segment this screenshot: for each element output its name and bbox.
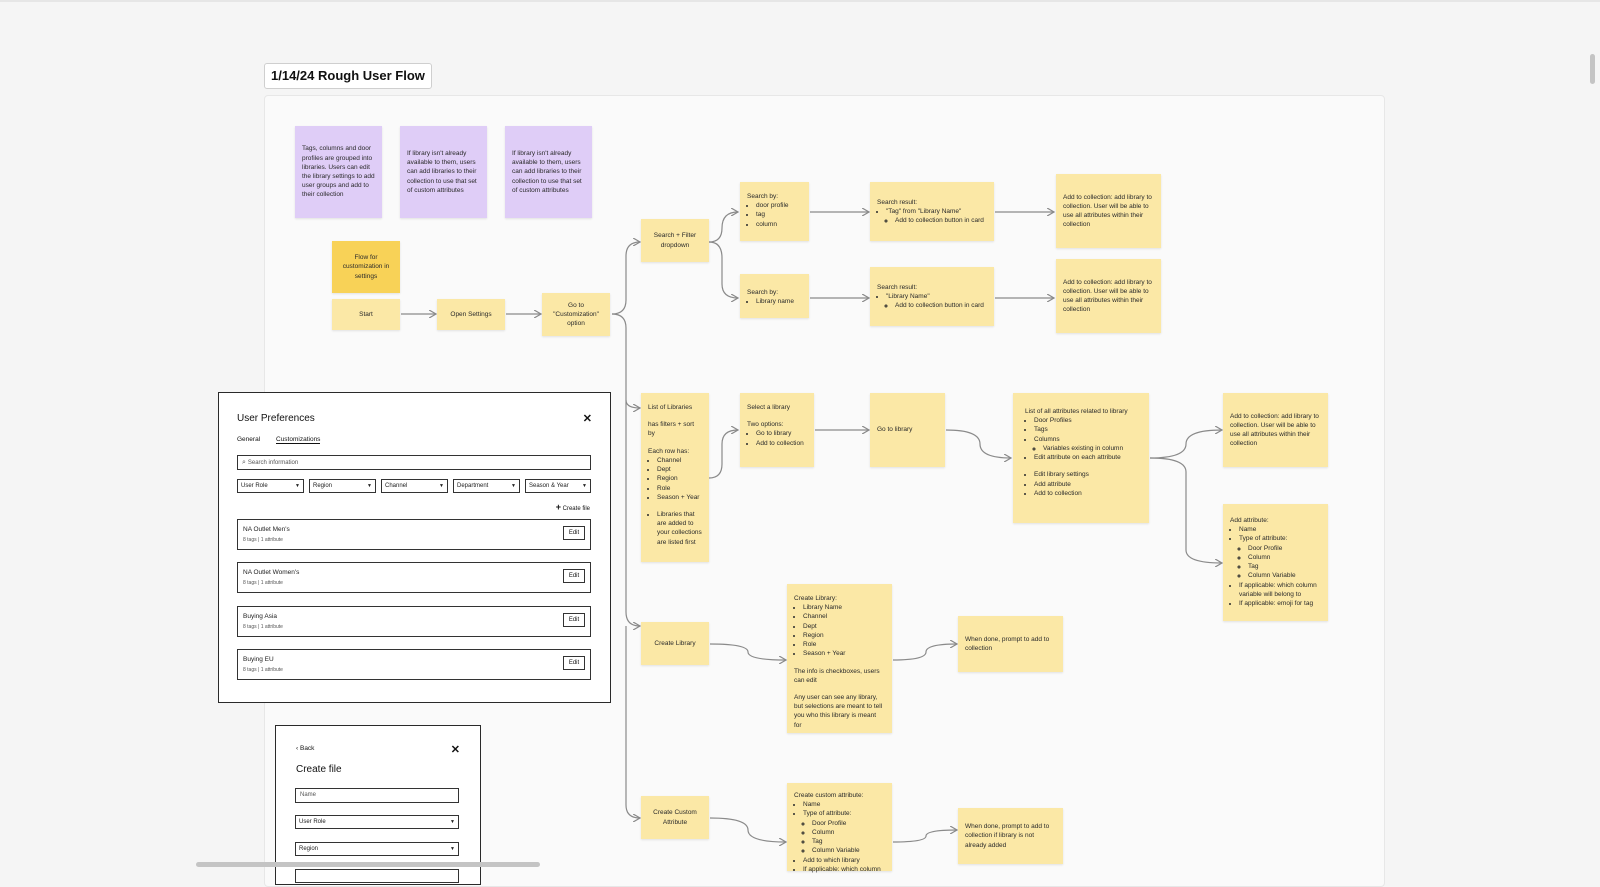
- note-flow-label[interactable]: Flow for customization in settings: [332, 241, 400, 293]
- filter-department[interactable]: Department ▼: [453, 479, 520, 493]
- prefs-title: User Preferences: [237, 413, 315, 424]
- chevron-down-icon: ▼: [439, 483, 444, 489]
- note-done-prompt-1[interactable]: When done, prompt to add to collection: [958, 616, 1063, 672]
- tab-general[interactable]: General: [237, 436, 260, 443]
- user-preferences-wireframe[interactable]: User Preferences ✕ General Customization…: [218, 392, 611, 703]
- note-done-prompt-2[interactable]: When done, prompt to add to collection i…: [958, 808, 1063, 864]
- search-input[interactable]: ⌕ Search information: [237, 455, 591, 470]
- edit-button[interactable]: Edit: [563, 656, 585, 670]
- note-add-to-collection-1[interactable]: Add to collection: add library to collec…: [1056, 174, 1161, 248]
- note-search-result-library[interactable]: Search result: "Library Name" Add to col…: [870, 267, 994, 326]
- note-create-library-details[interactable]: Create Library: Library Name Channel Dep…: [787, 584, 892, 733]
- filter-channel[interactable]: Channel ▼: [381, 479, 448, 493]
- note-create-attribute-details[interactable]: Create custom attribute: Name Type of at…: [787, 783, 892, 873]
- note-list-of-attributes[interactable]: List of all attributes related to librar…: [1013, 393, 1149, 523]
- chevron-down-icon: ▼: [582, 483, 587, 489]
- note-libraries-grouping[interactable]: Tags, columns and door profiles are grou…: [295, 126, 382, 218]
- filter-season-year[interactable]: Season & Year ▼: [525, 479, 591, 493]
- note-search-filter[interactable]: Search + Filter dropdown: [641, 219, 709, 262]
- horizontal-scrollbar[interactable]: [196, 862, 540, 867]
- note-go-to-library[interactable]: Go to library: [870, 393, 945, 467]
- tab-customizations[interactable]: Customizations: [276, 436, 321, 444]
- close-icon[interactable]: ✕: [451, 743, 460, 756]
- note-start[interactable]: Start: [332, 299, 400, 330]
- table-row[interactable]: Buying Asia 8 tags | 1 attribute Edit: [237, 606, 591, 637]
- note-select-library[interactable]: Select a library Two options: Go to libr…: [740, 393, 814, 467]
- note-add-to-collection-3[interactable]: Add to collection: add library to collec…: [1223, 393, 1328, 467]
- table-row[interactable]: NA Outlet Men's 8 tags | 1 attribute Edi…: [237, 519, 591, 550]
- note-add-to-collection-2[interactable]: Add to collection: add library to collec…: [1056, 259, 1161, 333]
- region-select[interactable]: Region ▼: [295, 842, 459, 856]
- chevron-down-icon: ▼: [450, 819, 455, 825]
- next-select[interactable]: [295, 869, 459, 883]
- note-add-attribute[interactable]: Add attribute: Name Type of attribute: D…: [1223, 504, 1328, 621]
- table-row[interactable]: NA Outlet Women's 8 tags | 1 attribute E…: [237, 562, 591, 593]
- edit-button[interactable]: Edit: [563, 613, 585, 627]
- create-file-wireframe[interactable]: ‹ Back ✕ Create file Name User Role ▼ Reg…: [275, 725, 481, 885]
- edit-button[interactable]: Edit: [563, 569, 585, 583]
- note-add-libraries-1[interactable]: If library isn't already available to th…: [400, 126, 487, 218]
- note-create-library[interactable]: Create Library: [641, 622, 709, 665]
- note-list-of-libraries[interactable]: List of Libraries has filters + sort by …: [641, 393, 709, 562]
- plus-icon: +: [555, 502, 561, 512]
- note-search-result-tag[interactable]: Search result: "Tag" from "Library Name"…: [870, 182, 994, 241]
- edit-button[interactable]: Edit: [563, 526, 585, 540]
- chevron-down-icon: ▼: [367, 483, 372, 489]
- note-open-settings[interactable]: Open Settings: [437, 299, 505, 330]
- chevron-left-icon: ‹: [296, 745, 299, 752]
- user-role-select[interactable]: User Role ▼: [295, 815, 459, 829]
- frame-title[interactable]: 1/14/24 Rough User Flow: [264, 63, 432, 89]
- note-add-libraries-2[interactable]: If library isn't already available to th…: [505, 126, 592, 218]
- create-file-title: Create file: [296, 764, 342, 775]
- filter-user-role[interactable]: User Role ▼: [237, 479, 304, 493]
- chevron-down-icon: ▼: [450, 846, 455, 852]
- note-create-custom-attribute[interactable]: Create Custom Attribute: [641, 796, 709, 839]
- chevron-down-icon: ▼: [295, 483, 300, 489]
- note-search-by-attribute[interactable]: Search by: door profile tag column: [740, 182, 809, 241]
- name-input[interactable]: Name: [295, 788, 459, 803]
- back-button[interactable]: ‹ Back: [296, 745, 314, 752]
- note-search-by-library[interactable]: Search by: Library name: [740, 274, 809, 318]
- note-goto-customization[interactable]: Go to "Customization" option: [542, 293, 610, 336]
- close-icon[interactable]: ✕: [583, 412, 592, 425]
- create-file-button[interactable]: + Create file: [556, 502, 590, 512]
- top-border: [0, 0, 1600, 2]
- table-row[interactable]: Buying EU 8 tags | 1 attribute Edit: [237, 649, 591, 680]
- filter-region[interactable]: Region ▼: [309, 479, 376, 493]
- chevron-down-icon: ▼: [511, 483, 516, 489]
- vertical-scrollbar[interactable]: [1590, 54, 1595, 84]
